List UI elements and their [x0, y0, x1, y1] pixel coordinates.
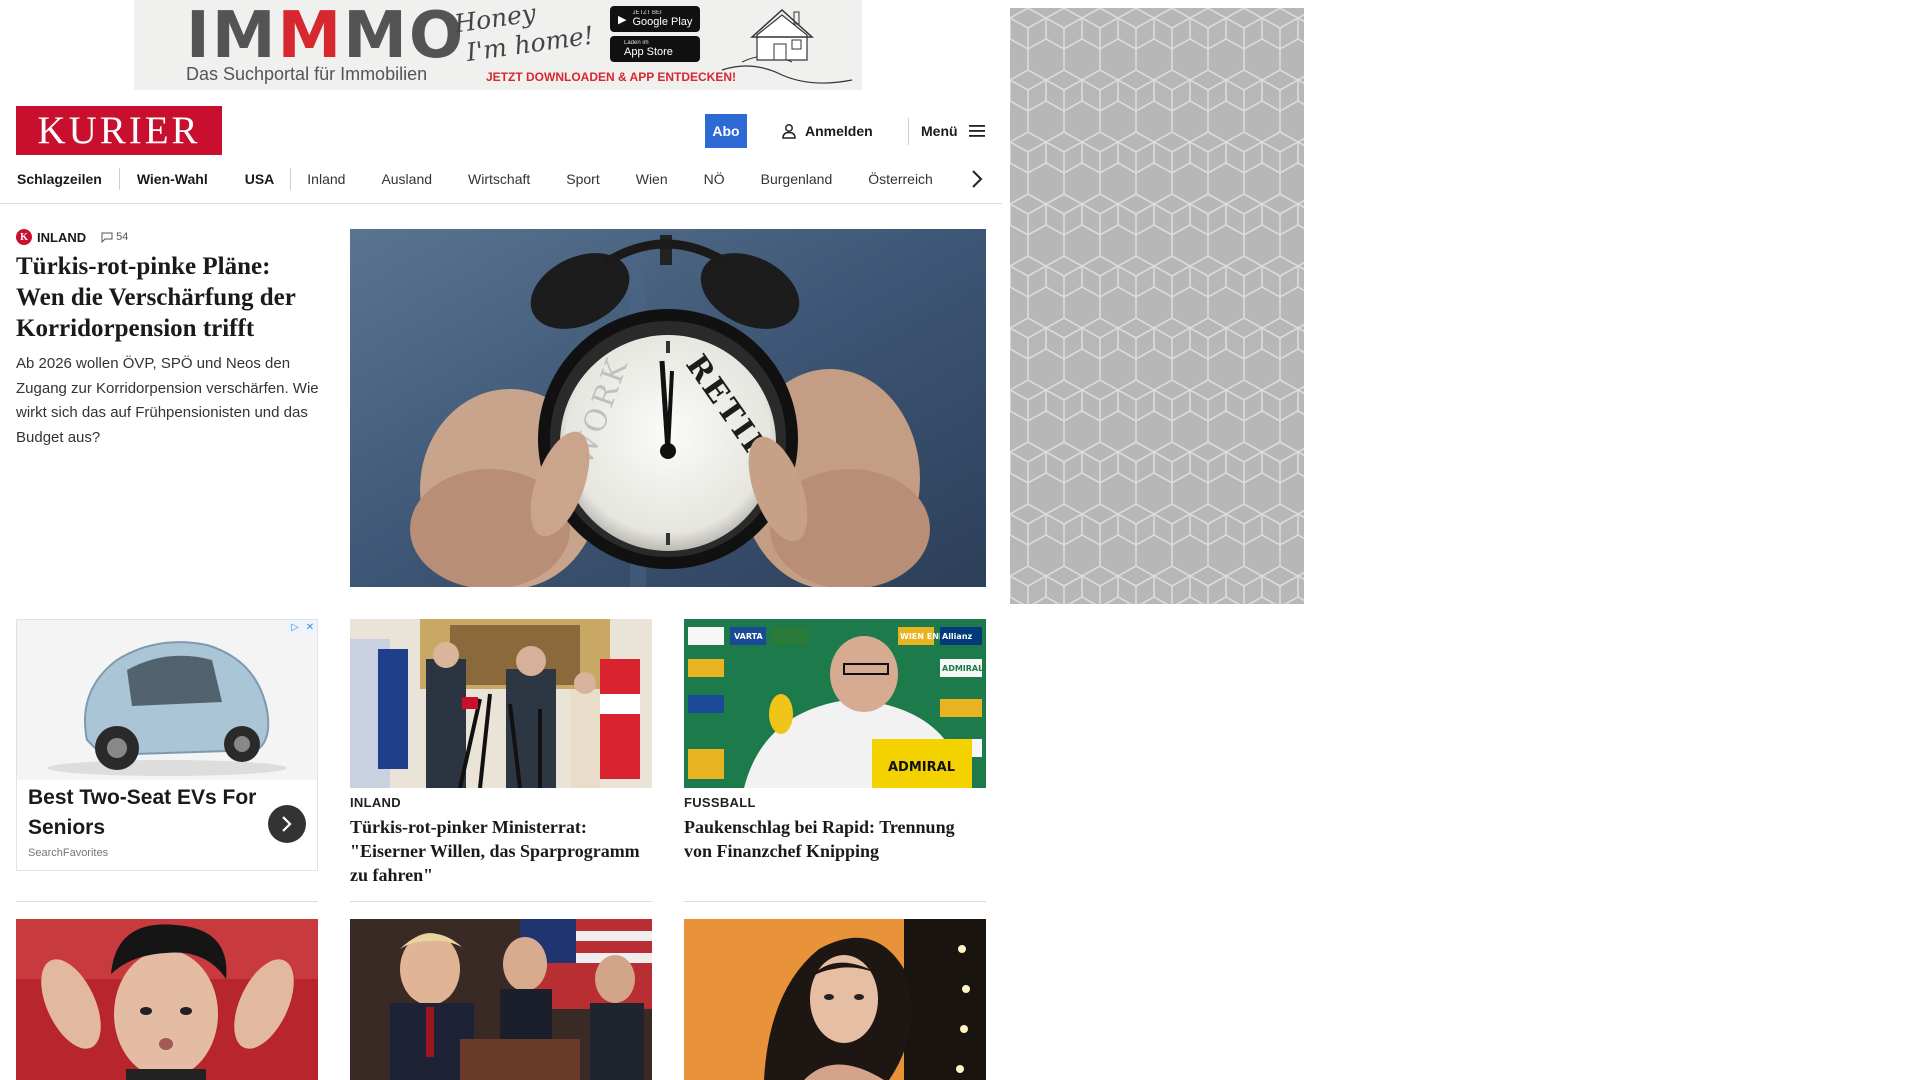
- hamburger-icon: [968, 125, 985, 137]
- nav-item-noe[interactable]: NÖ: [704, 171, 725, 187]
- congress-photo: [350, 919, 652, 1080]
- nav-divider: [118, 168, 120, 190]
- nav-item-sport[interactable]: Sport: [566, 171, 599, 187]
- close-icon[interactable]: ✕: [303, 620, 317, 634]
- kurier-logo[interactable]: KURIER: [16, 106, 222, 155]
- svg-text:ADMIRAL: ADMIRAL: [888, 760, 955, 775]
- chevron-right-icon: [282, 816, 292, 832]
- kurier-badge-icon: K: [16, 229, 32, 245]
- hero-headline[interactable]: Türkis-rot-pinke Pläne: Wen die Verschär…: [16, 251, 320, 344]
- article-image-press-conference: [350, 619, 652, 788]
- article-title[interactable]: Türkis-rot-pinker Ministerrat: "Eiserner…: [350, 815, 652, 887]
- sidebar-ad-placeholder[interactable]: [1010, 8, 1304, 604]
- chevron-right-icon[interactable]: [970, 168, 984, 190]
- nav-item-wien-wahl[interactable]: Wien-Wahl: [137, 171, 208, 187]
- menu-label: Menü: [921, 123, 958, 139]
- article-image-rapid-press: VARTA WIEN ENERGIE Allianz ADMIRAL ADMIR…: [684, 619, 986, 788]
- svg-text:VARTA: VARTA: [734, 632, 763, 641]
- ad-card-source: SearchFavorites: [28, 847, 109, 859]
- nav-item-usa[interactable]: USA: [245, 171, 275, 187]
- nav-item-wien[interactable]: Wien: [636, 171, 668, 187]
- google-play-icon: ▶: [618, 13, 627, 26]
- ad-cta: JETZT DOWNLOADEN & APP ENTDECKEN!: [486, 70, 737, 84]
- svg-text:ADMIRAL: ADMIRAL: [942, 664, 983, 673]
- google-play-badge[interactable]: ▶ JETZT BEI Google Play: [610, 6, 700, 32]
- press-conference-photo: [350, 619, 652, 788]
- young-man-photo: [16, 919, 318, 1080]
- ad-slogan: Honey I'm home!: [452, 0, 596, 68]
- nav-item-burgenland[interactable]: Burgenland: [761, 171, 833, 187]
- login-label: Anmelden: [805, 123, 873, 139]
- ad-image-microcar: [17, 620, 317, 780]
- header-divider: [908, 118, 909, 145]
- article-kicker[interactable]: INLAND: [350, 795, 401, 810]
- sponsored-ad-card[interactable]: ▷ ✕ Best Two-Seat EVs For Seniors Search…: [16, 619, 318, 871]
- nav-item-inland[interactable]: Inland: [307, 171, 345, 187]
- ad-tagline: Das Suchportal für Immobilien: [186, 64, 428, 84]
- nav-divider-line: [0, 203, 1002, 204]
- nav-divider: [290, 168, 292, 190]
- hero-image-alarm-clock[interactable]: WORK RETIRE: [350, 229, 986, 587]
- hero-meta: K INLAND 54: [16, 229, 128, 245]
- user-icon: [782, 124, 796, 139]
- menu-button[interactable]: Menü: [921, 119, 985, 143]
- article-kicker[interactable]: FUSSBALL: [684, 795, 756, 810]
- nav-item-wirtschaft[interactable]: Wirtschaft: [468, 171, 530, 187]
- app-store-badge[interactable]: Laden im App Store: [610, 36, 700, 62]
- ad-card-title[interactable]: Best Two-Seat EVs For Seniors: [28, 783, 258, 843]
- hero-teaser: Ab 2026 wollen ÖVP, SPÖ und Neos den Zug…: [16, 355, 319, 446]
- svg-text:Allianz: Allianz: [942, 632, 973, 641]
- article-image-woman[interactable]: [684, 919, 986, 1080]
- nav-item-schlagzeilen[interactable]: Schlagzeilen: [17, 171, 102, 187]
- hexagon-pattern: [1010, 8, 1304, 604]
- ad-choices[interactable]: ▷ ✕: [288, 620, 317, 634]
- row-divider: [16, 901, 986, 902]
- nav-item-oesterreich[interactable]: Österreich: [868, 171, 933, 187]
- article-title[interactable]: Paukenschlag bei Rapid: Trennung von Fin…: [684, 815, 986, 863]
- abo-button[interactable]: Abo: [705, 114, 747, 148]
- article-image-young-man[interactable]: [16, 919, 318, 1080]
- house-in-hand-illustration: [721, 8, 853, 84]
- login-button[interactable]: Anmelden: [781, 119, 873, 143]
- adchoices-icon[interactable]: ▷: [288, 620, 302, 634]
- alarm-clock-photo: WORK RETIRE: [350, 229, 986, 587]
- hero-kicker[interactable]: INLAND: [37, 230, 86, 245]
- article-image-congress[interactable]: [350, 919, 652, 1080]
- section-nav: Schlagzeilen Wien-Wahl USA Inland Auslan…: [17, 166, 993, 192]
- immmo-logo: IMMMO: [186, 0, 466, 73]
- nav-item-ausland[interactable]: Ausland: [381, 171, 432, 187]
- microcar-photo: [17, 620, 317, 780]
- ad-card-arrow-button[interactable]: [268, 805, 306, 843]
- rapid-press-photo: VARTA WIEN ENERGIE Allianz ADMIRAL ADMIR…: [684, 619, 986, 788]
- woman-photo: [684, 919, 986, 1080]
- top-ad-banner[interactable]: IMMMO Das Suchportal für Immobilien Hone…: [134, 0, 862, 90]
- comment-count[interactable]: 54: [101, 231, 128, 243]
- comment-icon: [101, 232, 113, 243]
